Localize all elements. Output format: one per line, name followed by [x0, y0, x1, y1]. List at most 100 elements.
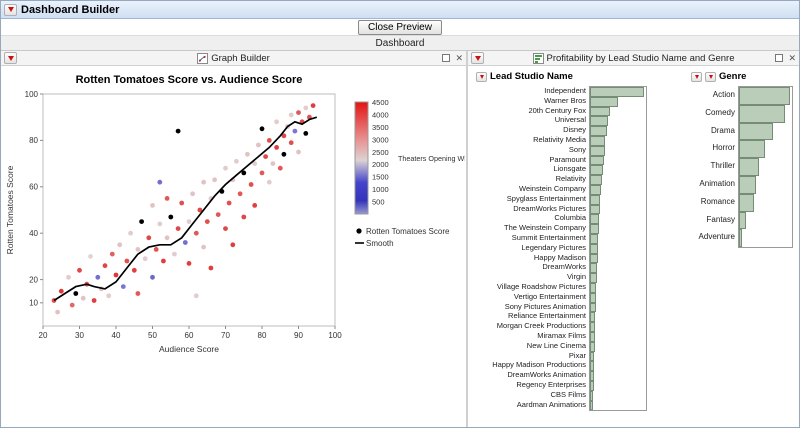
scatter-point[interactable]: [66, 274, 71, 280]
scatter-point[interactable]: [256, 142, 261, 148]
scatter-point[interactable]: [310, 103, 316, 108]
scatter-point[interactable]: [182, 240, 188, 245]
scatter-point[interactable]: [296, 110, 301, 115]
genre-bar[interactable]: [739, 175, 756, 194]
scatter-point[interactable]: [266, 138, 272, 143]
scatter-point[interactable]: [248, 182, 254, 187]
scatter-point[interactable]: [277, 165, 283, 171]
scatter-point[interactable]: [237, 191, 243, 197]
scatter-point[interactable]: [215, 212, 221, 218]
scatter-point[interactable]: [106, 293, 112, 299]
scatter-point[interactable]: [135, 247, 141, 252]
studio-bar[interactable]: [590, 116, 608, 127]
scatter-point[interactable]: [142, 256, 148, 262]
studio-bars-box[interactable]: [589, 86, 647, 412]
scatter-point[interactable]: [193, 230, 199, 236]
scatter-point[interactable]: [288, 140, 294, 146]
scatter-point[interactable]: [208, 265, 214, 271]
scatter-point[interactable]: [263, 154, 268, 159]
scatter-point[interactable]: [223, 226, 228, 232]
scatter-point[interactable]: [212, 177, 218, 183]
scatter-point[interactable]: [161, 258, 166, 264]
scatter-point[interactable]: [274, 145, 279, 150]
studio-bar[interactable]: [590, 194, 600, 205]
scatter-point[interactable]: [175, 226, 181, 232]
studio-bar[interactable]: [590, 390, 593, 401]
scatter-point[interactable]: [288, 112, 294, 118]
undock-icon[interactable]: [775, 54, 784, 62]
dashboard-builder-menu-icon[interactable]: [4, 3, 17, 16]
scatter-point[interactable]: [303, 105, 309, 111]
scatter-point[interactable]: [164, 196, 170, 201]
studio-bar[interactable]: [590, 371, 594, 381]
scatter-point[interactable]: [95, 274, 101, 280]
scatter-point[interactable]: [292, 128, 298, 134]
graph-builder-menu-icon[interactable]: [4, 52, 17, 64]
scatter-point[interactable]: [179, 200, 185, 206]
studio-bar[interactable]: [590, 282, 596, 293]
scatter-point[interactable]: [117, 242, 123, 248]
studio-bar[interactable]: [590, 292, 596, 303]
scatter-point[interactable]: [131, 267, 137, 273]
scatter-point[interactable]: [102, 263, 108, 269]
dashboard-tab[interactable]: Dashboard: [1, 36, 799, 51]
scatter-point[interactable]: [201, 179, 207, 185]
studio-bar[interactable]: [590, 87, 644, 97]
genre-bars-box[interactable]: [738, 86, 793, 249]
scatter-point[interactable]: [109, 251, 115, 257]
genre-bar[interactable]: [739, 104, 785, 123]
scatter-point[interactable]: [252, 203, 258, 208]
studio-bar[interactable]: [590, 331, 595, 342]
scatter-point[interactable]: [190, 191, 196, 197]
close-preview-button[interactable]: Close Preview: [358, 19, 442, 35]
studio-bar[interactable]: [590, 145, 605, 156]
genre-bar[interactable]: [739, 229, 743, 248]
scatter-point[interactable]: [124, 258, 130, 264]
scatter-point[interactable]: [241, 214, 247, 220]
lead-studio-menu-icon[interactable]: [476, 71, 487, 82]
scatter-point[interactable]: [80, 295, 86, 301]
studio-bar[interactable]: [590, 165, 603, 176]
scatter-point[interactable]: [73, 291, 79, 296]
studio-bar[interactable]: [590, 204, 600, 215]
studio-bar[interactable]: [590, 361, 594, 372]
scatter-point[interactable]: [186, 219, 192, 225]
studio-bar[interactable]: [590, 233, 598, 244]
genre-bar[interactable]: [739, 158, 760, 176]
close-icon[interactable]: ✕: [455, 54, 463, 63]
scatter-point[interactable]: [168, 214, 174, 220]
studio-bar[interactable]: [590, 126, 607, 136]
genre-bar[interactable]: [739, 211, 746, 230]
studio-bar[interactable]: [590, 96, 618, 107]
genre-bar[interactable]: [739, 193, 755, 212]
scatter-point[interactable]: [91, 298, 97, 303]
studio-bar[interactable]: [590, 155, 604, 166]
scatter-point[interactable]: [259, 126, 265, 132]
scatter-point[interactable]: [120, 284, 126, 289]
scatter-point[interactable]: [157, 221, 163, 227]
studio-bar[interactable]: [590, 351, 594, 362]
studio-bar[interactable]: [590, 135, 605, 146]
studio-bar[interactable]: [590, 253, 598, 264]
scatter-point[interactable]: [193, 293, 199, 299]
scatter-point[interactable]: [113, 272, 119, 278]
scatter-point[interactable]: [204, 219, 210, 225]
scatter-point[interactable]: [146, 235, 152, 241]
scatter-point[interactable]: [55, 309, 60, 315]
scatter-plot-svg[interactable]: Rotten Tomatoes Score vs. Audience Score…: [3, 68, 476, 370]
profitability-menu-icon[interactable]: [471, 52, 484, 64]
studio-bar[interactable]: [590, 184, 601, 195]
genre-menu-icon-1[interactable]: [691, 71, 702, 82]
studio-bar[interactable]: [590, 106, 610, 117]
scatter-point[interactable]: [234, 158, 239, 164]
scatter-point[interactable]: [150, 203, 155, 208]
scatter-point[interactable]: [139, 219, 145, 225]
scatter-point[interactable]: [58, 288, 64, 294]
studio-bar[interactable]: [590, 322, 595, 332]
scatter-point[interactable]: [69, 302, 75, 308]
scatter-chart-area[interactable]: Rotten Tomatoes Score vs. Audience Score…: [1, 66, 476, 427]
scatter-point[interactable]: [88, 254, 93, 259]
scatter-point[interactable]: [77, 267, 82, 273]
scatter-point[interactable]: [150, 274, 155, 280]
studio-bar[interactable]: [590, 263, 597, 274]
